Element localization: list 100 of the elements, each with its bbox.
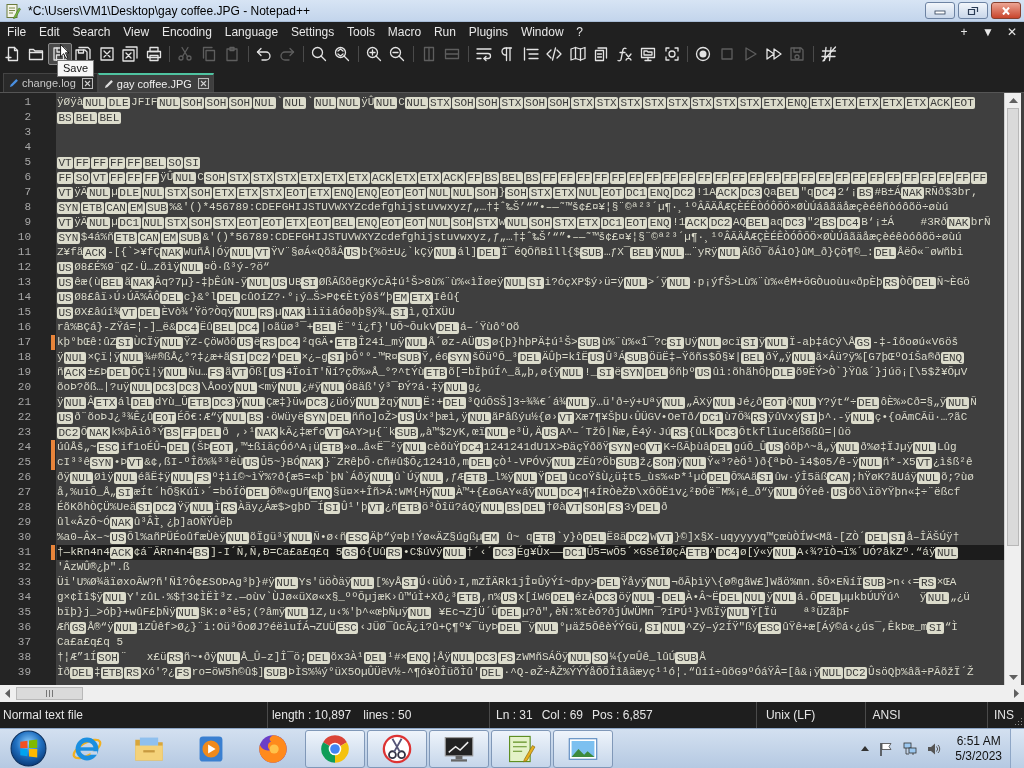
control-char-badge: NAK [109, 516, 133, 529]
close-button[interactable] [991, 2, 1021, 19]
search-replace-icon[interactable] [334, 46, 351, 62]
folder-icon[interactable] [28, 46, 45, 62]
control-char-badge: DEL [166, 441, 190, 454]
scrollbar-thumb[interactable] [16, 687, 83, 700]
control-char-badge: STX [571, 96, 595, 109]
code-text: Z¥fã [57, 245, 84, 260]
focus-frame-icon[interactable] [663, 46, 680, 62]
code-text: Ÿ[Ïü ª³ÜZãþF [750, 605, 850, 620]
control-char-badge: DEL [856, 396, 880, 409]
code-text: þ^.-ÿ [818, 410, 852, 425]
close-icon[interactable] [197, 78, 209, 89]
control-char-badge: STX [714, 96, 738, 109]
menu-item[interactable]: ? [569, 23, 590, 41]
control-char-badge: ESC [346, 531, 370, 544]
control-char-badge: ENQ [785, 96, 809, 109]
restore-button[interactable] [958, 2, 988, 19]
control-char-badge: ETB [80, 201, 104, 214]
hash-slash-icon[interactable] [820, 46, 837, 62]
search-icon[interactable] [310, 46, 327, 62]
close-button[interactable]: ✕ [1000, 25, 1024, 39]
floppy-disks-icon[interactable] [75, 46, 92, 62]
fast-forward-icon[interactable] [765, 46, 782, 62]
new-file-icon[interactable] [4, 46, 21, 62]
control-char-badge: VT [367, 501, 384, 514]
control-char-badge: SOH [505, 186, 529, 199]
undo-icon[interactable] [255, 46, 272, 62]
control-char-badge: US [109, 531, 126, 544]
start-orb-icon[interactable] [10, 730, 47, 767]
taskbar-button[interactable] [367, 729, 427, 768]
network-icon[interactable] [903, 741, 918, 756]
menu-item[interactable]: Macro [381, 23, 428, 41]
minimize-button[interactable] [925, 2, 955, 19]
code-text: ÿ…ü'ð÷ý+Uªÿ [589, 395, 663, 410]
resize-grip-icon[interactable] [1014, 717, 1022, 725]
control-char-badge: DEL [645, 366, 668, 379]
vertical-scrollbar[interactable] [1004, 93, 1021, 685]
menu-item[interactable]: Window [514, 23, 570, 41]
printer-icon[interactable] [145, 46, 162, 62]
clock-date[interactable]: 5/3/2023 [955, 748, 1002, 764]
control-char-badge: US [236, 336, 253, 349]
control-char-badge: SI [401, 576, 418, 589]
menu-item[interactable]: Settings [284, 23, 341, 41]
text-editor[interactable] [0, 93, 1024, 685]
control-char-badge: NUL [70, 471, 93, 484]
code-text: „¿ü [950, 590, 970, 605]
clock-time[interactable]: 6:51 AM [956, 733, 1001, 749]
up-caret-icon[interactable] [861, 746, 870, 751]
code-text: ð%ø‡ÏJµÿ [860, 440, 914, 455]
word-wrap-icon[interactable] [475, 46, 492, 62]
control-char-badge: NUL [141, 216, 165, 229]
left-arrow-icon[interactable] [5, 689, 10, 698]
menu-item[interactable]: Encoding [155, 23, 219, 41]
code-text: "2 [807, 215, 821, 230]
menu-item[interactable]: View [116, 23, 156, 41]
indent-lines-icon[interactable] [522, 46, 539, 62]
record-icon[interactable] [695, 46, 712, 62]
tab[interactable]: change.log [3, 73, 98, 92]
horizontal-scrollbar[interactable] [0, 685, 1024, 702]
taskbar-button[interactable] [429, 729, 489, 768]
code-text: ÿÄ [74, 215, 88, 230]
close-all-icon[interactable] [122, 46, 139, 62]
code-text: §ü¤×+Îñ>Á:WM{Hÿ [333, 485, 433, 500]
control-char-badge: NUL [946, 396, 970, 409]
function-icon[interactable] [616, 46, 633, 62]
menu-item[interactable]: Language [218, 23, 285, 41]
scrollbar-thumb[interactable] [1007, 108, 1019, 547]
code-text: ×Çï¦ÿ [87, 350, 121, 365]
menu-item[interactable]: Run [427, 23, 463, 41]
zoom-in-icon[interactable] [365, 46, 382, 62]
menu-item[interactable]: Tools [340, 23, 382, 41]
flag-icon[interactable] [879, 741, 894, 756]
monitor-folder-icon[interactable] [640, 46, 657, 62]
code-text: WuñÅ|Óÿ [183, 245, 231, 260]
swirl-globe-icon[interactable] [257, 732, 289, 765]
documents-icon[interactable] [593, 46, 610, 62]
plus-button[interactable]: + [952, 25, 976, 39]
right-arrow-icon[interactable] [1014, 689, 1019, 698]
control-char-badge: ETB [685, 546, 709, 559]
control-char-badge: SOH [181, 96, 205, 109]
close-icon[interactable] [98, 46, 115, 62]
code-text: ÛsöQþ%âã÷PÃõžÏ´Ž [868, 665, 974, 680]
code-text: †¦Æ”1Í [57, 650, 97, 665]
menu-item[interactable]: File [0, 23, 33, 41]
menu-item[interactable]: Edit [32, 23, 67, 41]
zoom-out-icon[interactable] [389, 46, 406, 62]
tab[interactable]: gay coffee.JPG [97, 73, 214, 92]
menu-item[interactable]: Search [66, 23, 117, 41]
code-brackets-icon[interactable] [546, 46, 563, 62]
menu-item[interactable]: Plugins [462, 23, 515, 41]
control-char-badge: SI [644, 621, 661, 634]
up-arrow-icon[interactable] [1008, 98, 1018, 103]
control-char-badge: RS [671, 426, 688, 439]
code-text: ÓÝeê· [798, 485, 832, 500]
down-arrow-icon[interactable] [1008, 675, 1018, 680]
dropdown-arrow-button[interactable]: ▼ [976, 25, 1000, 39]
map-icon[interactable] [569, 46, 586, 62]
line-number: 7 [23, 185, 31, 200]
speaker-icon[interactable] [927, 741, 942, 756]
